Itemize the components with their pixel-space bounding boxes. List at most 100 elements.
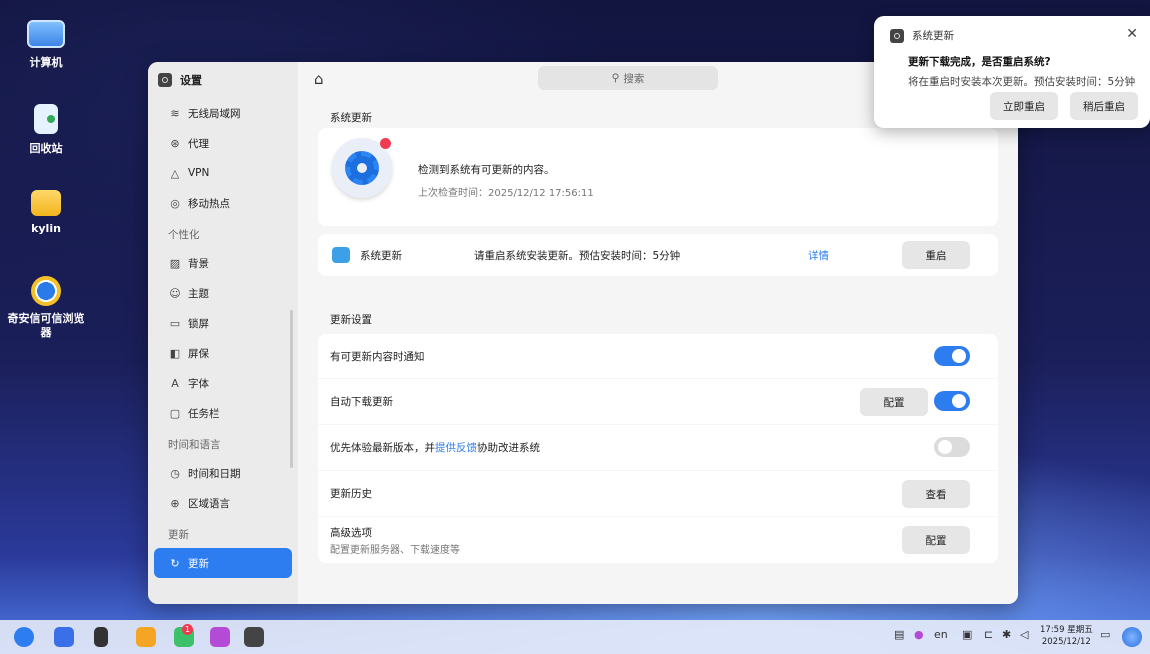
sidebar-item-label: 无线局域网 xyxy=(188,107,241,120)
sidebar-item-label: 时间和日期 xyxy=(188,467,241,480)
auto-download-toggle[interactable] xyxy=(934,391,970,411)
settings-window: 设置 ≋ 无线局域网 ⊛ 代理 △ VPN ◎ 移动热点 个性化 ▨ 背景 ☺ 主题 ▭ 锁屏… xyxy=(148,62,1018,604)
media-app-icon[interactable] xyxy=(210,627,230,647)
tray-app-icon[interactable]: ● xyxy=(914,628,924,641)
search-icon[interactable] xyxy=(54,627,74,647)
clock-icon: ◷ xyxy=(170,466,180,480)
globe-icon: ⊕ xyxy=(170,496,180,510)
desktop-icon-browser[interactable]: 奇安信可信浏览器 xyxy=(6,276,86,340)
notify-toggle[interactable] xyxy=(934,346,970,366)
setting-row-history: 更新历史 查看 xyxy=(318,471,998,516)
settings-app-icon xyxy=(158,73,172,87)
start-menu-icon[interactable] xyxy=(14,627,34,647)
background-icon: ▨ xyxy=(169,256,181,270)
desktop-icon-computer[interactable]: 计算机 xyxy=(6,20,86,70)
search-input[interactable]: ⚲ 搜索 xyxy=(538,66,718,90)
sidebar-item-datetime[interactable]: ◷ 时间和日期 xyxy=(154,458,292,488)
sidebar-section-update: 更新 xyxy=(168,529,189,541)
details-link[interactable]: 详情 xyxy=(808,248,829,263)
desktop-icon-trash[interactable]: 回收站 xyxy=(12,104,80,156)
desktop-icon-folder[interactable]: kylin xyxy=(12,190,80,235)
sidebar-item-label: 区域语言 xyxy=(188,497,230,510)
sidebar-item-background[interactable]: ▨ 背景 xyxy=(154,248,292,278)
sidebar-item-font[interactable]: A 字体 xyxy=(154,368,292,398)
update-notification: 系统更新 ✕ 更新下载完成，是否重启系统? 将在重启时安装本次更新。预估安装时间… xyxy=(874,16,1150,128)
sidebar-scrollbar[interactable] xyxy=(290,310,293,468)
vpn-icon: △ xyxy=(170,166,180,180)
sidebar-item-region[interactable]: ⊕ 区域语言 xyxy=(154,488,292,518)
auto-download-config-button[interactable]: 配置 xyxy=(860,388,928,416)
refresh-icon: ↻ xyxy=(170,556,180,570)
wifi-icon: ≋ xyxy=(170,106,180,120)
window-title-label: 设置 xyxy=(180,74,202,87)
preview-toggle[interactable] xyxy=(934,437,970,457)
restart-later-button[interactable]: 稍后重启 xyxy=(1070,92,1138,120)
sidebar-item-label: 锁屏 xyxy=(188,317,209,330)
feedback-link[interactable]: 提供反馈 xyxy=(435,442,477,454)
input-method-indicator[interactable]: en xyxy=(934,628,948,641)
file-manager-icon[interactable] xyxy=(136,627,156,647)
trash-icon xyxy=(34,104,58,134)
sidebar-item-lockscreen[interactable]: ▭ 锁屏 xyxy=(154,308,292,338)
search-icon: ⚲ xyxy=(611,72,620,84)
assistant-icon[interactable] xyxy=(1122,627,1142,647)
system-update-app-icon xyxy=(332,247,350,263)
computer-icon xyxy=(27,20,65,48)
clock-time: 17:59 星期五 xyxy=(1040,625,1093,635)
battery-icon[interactable]: ▣ xyxy=(962,628,972,641)
sidebar-item-screensaver[interactable]: ◧ 屏保 xyxy=(154,338,292,368)
settings-app-icon xyxy=(890,28,904,43)
sidebar-item-label: 更新 xyxy=(188,557,209,570)
sidebar-item-label: 字体 xyxy=(188,377,209,390)
desktop-icon-label: 回收站 xyxy=(29,142,63,155)
taskbar: 1 ▤ ● en ▣ ⊏ ✱ ◁ 17:59 星期五 2025/12/12 ▭ xyxy=(0,620,1150,654)
last-check-time: 上次检查时间：2025/12/12 17:56:11 xyxy=(418,188,594,199)
restart-now-button[interactable]: 立即重启 xyxy=(990,92,1058,120)
folder-icon xyxy=(31,190,61,216)
sidebar-item-proxy[interactable]: ⊛ 代理 xyxy=(154,128,292,158)
sidebar-section-personal: 个性化 xyxy=(168,229,200,241)
sidebar-item-hotspot[interactable]: ◎ 移动热点 xyxy=(154,188,292,218)
taskbar-icon: ▢ xyxy=(169,406,181,420)
sidebar-item-vpn[interactable]: △ VPN xyxy=(154,158,292,188)
notification-center-icon[interactable]: ▭ xyxy=(1100,628,1110,641)
sidebar-item-label: 屏保 xyxy=(188,347,209,360)
sidebar-item-label: VPN xyxy=(188,167,210,179)
bluetooth-icon[interactable]: ✱ xyxy=(1002,628,1011,641)
restart-button[interactable]: 重启 xyxy=(902,241,970,269)
preview-label-suffix: 协助改进系统 xyxy=(477,442,540,454)
notify-label: 有可更新内容时通知 xyxy=(330,350,425,363)
sidebar-item-update[interactable]: ↻ 更新 xyxy=(154,548,292,578)
multitask-view-icon[interactable] xyxy=(94,627,108,647)
browser-icon xyxy=(31,276,61,306)
sidebar-item-theme[interactable]: ☺ 主题 xyxy=(154,278,292,308)
desktop-icon-label: kylin xyxy=(31,222,61,235)
lockscreen-icon: ▭ xyxy=(169,316,181,330)
setting-row-auto-download: 自动下载更新 配置 xyxy=(318,379,998,424)
notification-body: 将在重启时安装本次更新。预估安装时间：5分钟 xyxy=(908,76,1136,88)
theme-icon: ☺ xyxy=(169,286,181,300)
settings-taskbar-icon[interactable] xyxy=(244,627,264,647)
advanced-config-button[interactable]: 配置 xyxy=(902,526,970,554)
sidebar: 设置 ≋ 无线局域网 ⊛ 代理 △ VPN ◎ 移动热点 个性化 ▨ 背景 ☺ 主题 ▭ 锁屏… xyxy=(148,62,298,604)
setting-row-advanced: 高级选项 配置更新服务器、下载速度等 配置 xyxy=(318,517,998,563)
sidebar-item-taskbar[interactable]: ▢ 任务栏 xyxy=(154,398,292,428)
screensaver-icon: ◧ xyxy=(169,346,181,360)
section-title-system-update: 系统更新 xyxy=(330,112,372,124)
advanced-label: 高级选项 xyxy=(330,527,372,539)
auto-download-label: 自动下载更新 xyxy=(330,396,393,408)
sidebar-item-label: 移动热点 xyxy=(188,197,230,210)
clock[interactable]: 17:59 星期五 2025/12/12 xyxy=(1040,624,1093,648)
volume-icon[interactable]: ◁ xyxy=(1020,628,1028,641)
proxy-icon: ⊛ xyxy=(170,136,180,150)
clipboard-icon[interactable]: ▤ xyxy=(894,628,904,641)
network-icon[interactable]: ⊏ xyxy=(984,628,993,641)
notification-title: 更新下载完成，是否重启系统? xyxy=(908,56,1051,68)
sidebar-item-wifi[interactable]: ≋ 无线局域网 xyxy=(154,98,292,128)
view-history-button[interactable]: 查看 xyxy=(902,480,970,508)
main-panel: ⌂ ⚲ 搜索 系统更新 检测到系统有可更新的内容。 上次检查时间：2025/12… xyxy=(298,62,1018,604)
sidebar-item-label: 主题 xyxy=(188,287,209,300)
font-icon: A xyxy=(171,376,179,390)
home-icon[interactable]: ⌂ xyxy=(314,70,324,88)
close-icon[interactable]: ✕ xyxy=(1126,26,1138,42)
